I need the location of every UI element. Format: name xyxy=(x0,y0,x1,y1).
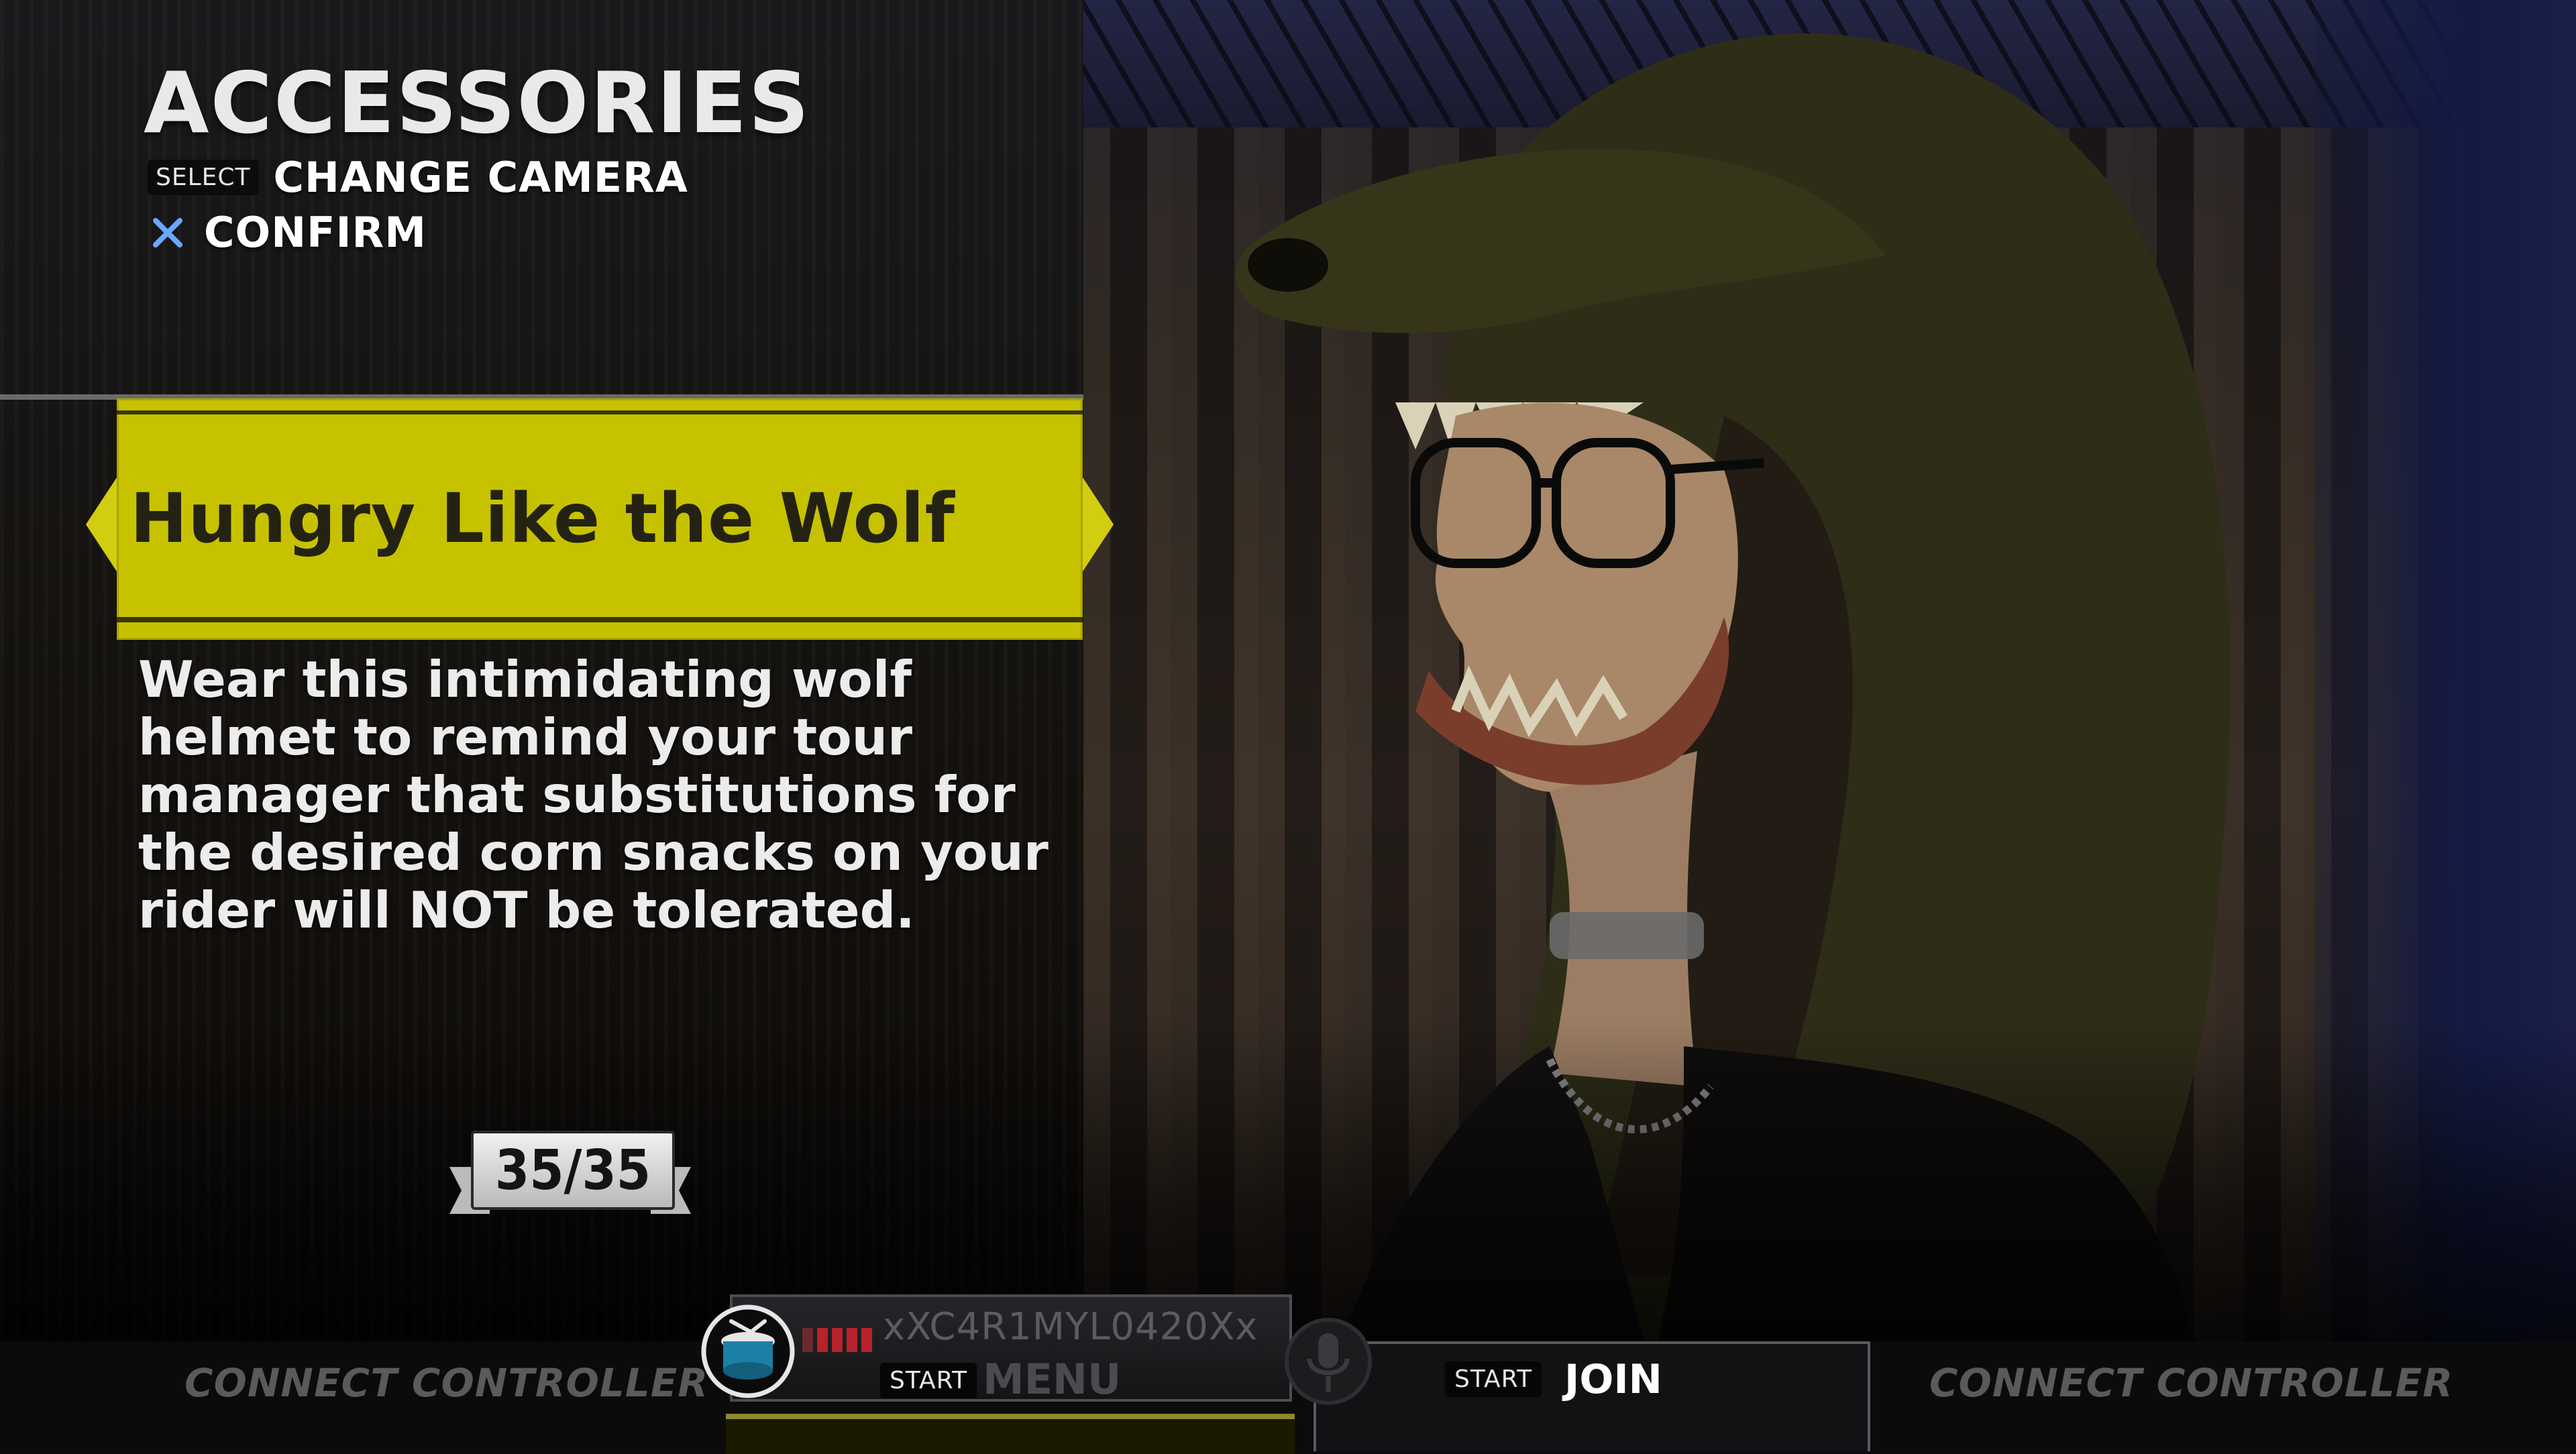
change-camera-label: CHANGE CAMERA xyxy=(273,153,688,202)
cross-button-icon xyxy=(153,217,182,247)
microphone-icon xyxy=(1285,1318,1372,1405)
player-2-slot-footer xyxy=(726,1414,1295,1454)
previous-item-arrow-icon[interactable] xyxy=(86,478,117,571)
player-2-health-meter xyxy=(802,1328,872,1352)
confirm-label: CONFIRM xyxy=(204,208,427,257)
item-description: Wear this intimidating wolf helmet to re… xyxy=(138,650,1049,940)
player-1-connect-controller: CONNECT CONTROLLER xyxy=(184,1360,709,1406)
drum-icon xyxy=(701,1304,795,1398)
floor-shadow xyxy=(0,1019,2576,1341)
item-name: Hungry Like the Wolf xyxy=(130,479,956,559)
player-2-start-key: START xyxy=(880,1363,977,1398)
confirm-hint[interactable]: CONFIRM xyxy=(148,208,427,257)
player-2-menu-label[interactable]: MENU xyxy=(983,1355,1121,1404)
item-counter-ribbon: 35/35 xyxy=(449,1127,691,1227)
counter-plate: 35/35 xyxy=(471,1131,675,1210)
next-item-arrow-icon[interactable] xyxy=(1083,478,1114,571)
selected-item-banner[interactable]: Hungry Like the Wolf xyxy=(117,398,1083,640)
select-key-label: SELECT xyxy=(148,160,259,195)
player-3-start-key: START xyxy=(1445,1361,1542,1397)
change-camera-hint[interactable]: SELECT CHANGE CAMERA xyxy=(148,153,688,202)
player-2-gamertag: xXC4R1MYL0420Xx xyxy=(883,1305,1258,1349)
player-3-join-label[interactable]: JOIN xyxy=(1564,1356,1662,1403)
item-counter-text: 35/35 xyxy=(494,1138,651,1203)
screen-title: ACCESSORIES xyxy=(144,54,811,152)
player-4-connect-controller: CONNECT CONTROLLER xyxy=(1929,1360,2454,1406)
